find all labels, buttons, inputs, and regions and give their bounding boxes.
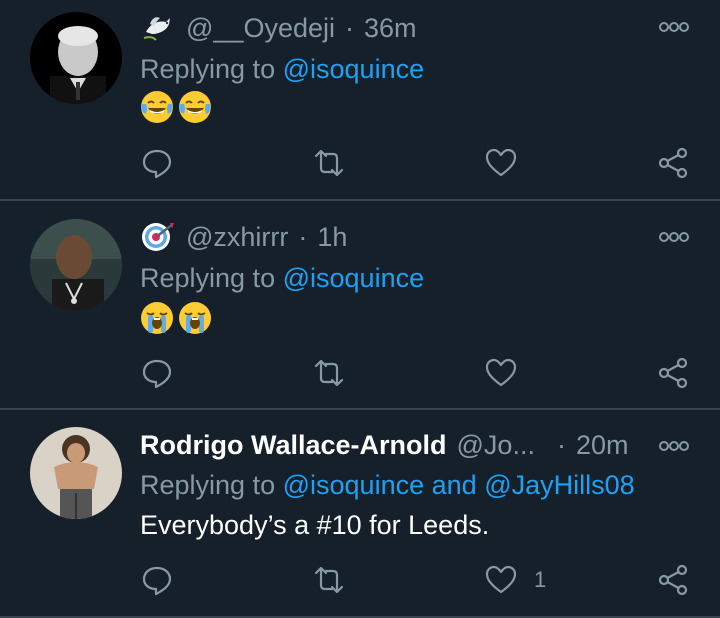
separator-dot: · <box>345 12 354 43</box>
mention-link[interactable]: @isoquince <box>283 470 425 500</box>
more-icon[interactable] <box>658 230 690 244</box>
avatar[interactable] <box>30 219 122 311</box>
retweet-button[interactable] <box>312 146 346 180</box>
share-icon <box>658 147 688 179</box>
avatar[interactable] <box>30 12 122 104</box>
avatar-photo <box>30 427 122 519</box>
mention-link[interactable]: @isoquince <box>283 54 425 84</box>
share-button[interactable] <box>656 563 690 597</box>
handle[interactable]: @zxhirrr <box>186 222 288 253</box>
retweet-icon <box>314 566 344 594</box>
tweet-header: @__Oyedeji · 36m <box>140 10 417 46</box>
timestamp[interactable]: 20m <box>576 430 629 461</box>
like-count: 1 <box>534 567 547 592</box>
tweet-3[interactable]: Rodrigo Wallace-Arnold @Jo... · 20m Repl… <box>0 410 720 618</box>
replying-to: Replying to @isoquince <box>140 54 424 85</box>
mention-link[interactable]: @isoquince <box>283 263 425 293</box>
dove-icon <box>140 10 176 46</box>
like-button[interactable]: 1 <box>484 563 546 597</box>
tweet-emoji <box>140 90 212 124</box>
share-icon <box>658 357 688 389</box>
like-button[interactable] <box>484 356 518 390</box>
face-with-tears-of-joy-icon <box>179 91 211 123</box>
display-name[interactable]: Rodrigo Wallace-Arnold <box>140 430 447 461</box>
reply-button[interactable] <box>140 146 174 180</box>
retweet-button[interactable] <box>312 356 346 390</box>
like-button[interactable] <box>484 146 518 180</box>
retweet-icon <box>314 149 344 177</box>
like-icon <box>485 148 517 177</box>
tweet-2[interactable]: @zxhirrr · 1h Replying to @isoquince <box>0 201 720 409</box>
loudly-crying-face-icon <box>179 302 211 334</box>
handle[interactable]: @Jo... <box>457 430 535 461</box>
tweet-1[interactable]: @__Oyedeji · 36m Replying to @isoquince <box>0 0 720 200</box>
replying-to: Replying to @isoquince and @JayHills08 <box>140 470 635 501</box>
avatar[interactable] <box>30 427 122 519</box>
share-icon <box>658 564 688 596</box>
timestamp[interactable]: 1h <box>317 222 347 253</box>
retweet-button[interactable] <box>312 563 346 597</box>
reply-icon <box>142 149 172 179</box>
tweet-header: Rodrigo Wallace-Arnold @Jo... · 20m <box>140 430 628 461</box>
tweet-emoji <box>140 301 212 335</box>
more-icon[interactable] <box>658 20 690 34</box>
share-button[interactable] <box>656 146 690 180</box>
tweet-text: Everybody’s a #10 for Leeds. <box>140 510 490 540</box>
like-icon <box>485 358 517 387</box>
tweet-header: @zxhirrr · 1h <box>140 219 347 255</box>
retweet-icon <box>314 359 344 387</box>
mention-link[interactable]: @JayHills08 <box>484 470 634 500</box>
reply-icon <box>142 566 172 596</box>
reply-icon <box>142 359 172 389</box>
replying-label: Replying to <box>140 54 276 84</box>
and-word: and <box>431 470 477 500</box>
tweet-actions <box>140 356 700 396</box>
separator-dot: · <box>298 221 308 252</box>
avatar-photo <box>30 12 122 104</box>
reply-button[interactable] <box>140 356 174 390</box>
face-with-tears-of-joy-icon <box>141 91 173 123</box>
share-button[interactable] <box>656 356 690 390</box>
avatar-photo <box>30 219 122 311</box>
tweet-actions: 1 <box>140 563 700 603</box>
more-icon[interactable] <box>658 439 690 453</box>
handle[interactable]: @__Oyedeji <box>186 13 335 44</box>
separator-dot: · <box>556 430 566 460</box>
target-icon <box>140 219 176 255</box>
loudly-crying-face-icon <box>141 302 173 334</box>
replying-to: Replying to @isoquince <box>140 263 424 294</box>
replying-label: Replying to <box>140 470 276 500</box>
replying-label: Replying to <box>140 263 276 293</box>
like-icon <box>485 565 517 594</box>
reply-button[interactable] <box>140 563 174 597</box>
tweet-actions <box>140 146 700 186</box>
timestamp[interactable]: 36m <box>364 13 417 44</box>
